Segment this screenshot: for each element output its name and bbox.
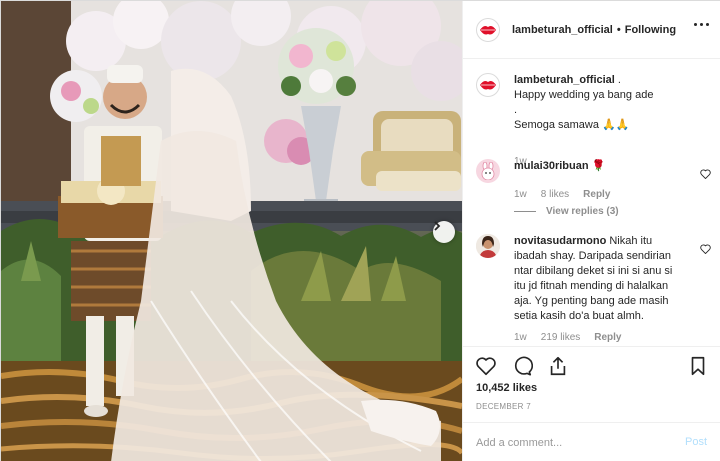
post-date[interactable]: DECEMBER 7 (476, 402, 531, 411)
lips-logo-icon (480, 81, 496, 90)
post-photo[interactable] (1, 1, 462, 461)
view-replies-label: View replies (3) (546, 206, 619, 217)
comment-like-icon[interactable] (700, 169, 711, 179)
comment-item: novitasudarmono Nikah itu ibadah shay. D… (476, 234, 711, 348)
add-comment-bar: Post (463, 422, 720, 461)
caption-line: . (514, 104, 518, 116)
post-comment-button[interactable]: Post (685, 436, 707, 448)
bookmark-icon[interactable] (687, 355, 709, 377)
comments-list: lambeturah_official . Happy wedding ya b… (463, 60, 720, 348)
comment-text-line: ntar dibilang deket si ini si anu si (514, 265, 673, 277)
share-icon[interactable] (547, 355, 569, 377)
heart-icon[interactable] (475, 355, 497, 377)
action-bar (475, 355, 569, 377)
instagram-post-modal: lambeturah_official • Following lambetur… (0, 0, 720, 461)
commenter-avatar[interactable] (476, 159, 500, 183)
comment-like-icon[interactable] (700, 244, 711, 254)
caption: lambeturah_official . Happy wedding ya b… (476, 73, 711, 167)
post-actions: 10,452 likes DECEMBER 7 (463, 346, 720, 422)
comment-likes[interactable]: 8 likes (541, 189, 569, 200)
user-photo-icon (476, 234, 500, 258)
view-replies-button[interactable]: View replies (3) (514, 206, 619, 217)
lips-logo-icon (480, 25, 496, 34)
caption-body: lambeturah_official . Happy wedding ya b… (514, 73, 689, 133)
reply-button[interactable]: Reply (594, 332, 621, 343)
comment-body: novitasudarmono Nikah itu ibadah shay. D… (514, 234, 689, 324)
comment-text-line: setia kasih do'a buat almh. (514, 310, 644, 322)
comment-input[interactable] (476, 433, 666, 453)
following-button[interactable]: Following (625, 24, 676, 36)
comment-likes[interactable]: 219 likes (541, 332, 580, 343)
header-separator: • (616, 23, 621, 36)
comment-body: mulai30ribuan 🌹 (514, 159, 689, 174)
caption-username[interactable]: lambeturah_official (514, 74, 615, 86)
caption-line: Semoga samawa 🙏🙏 (514, 119, 630, 131)
comment-time[interactable]: 1w (514, 332, 527, 343)
comment-meta: 1w 8 likes Reply (514, 189, 610, 200)
bunny-avatar-icon (481, 162, 495, 180)
comment-meta: 1w 219 likes Reply (514, 332, 622, 343)
post-side-panel: lambeturah_official • Following lambetur… (462, 1, 720, 461)
comment-username[interactable]: mulai30ribuan (514, 160, 589, 172)
comment-text-line: ibadah shay. Daripada sendirian (514, 250, 671, 262)
caption-avatar[interactable] (476, 73, 500, 97)
caption-line: Happy wedding ya bang ade (514, 89, 654, 101)
comment-text-line: aja. Yg penting bang ade masih (514, 295, 669, 307)
comment-username[interactable]: novitasudarmono (514, 235, 606, 247)
commenter-avatar[interactable] (476, 234, 500, 258)
more-options-icon[interactable] (694, 23, 709, 26)
post-header: lambeturah_official • Following (463, 1, 720, 59)
comment-text: Nikah itu (609, 235, 653, 247)
comment-text: 🌹 (591, 160, 606, 172)
comment-text-line: itu jd fitnah mending di halalkan (514, 280, 669, 292)
comment-time[interactable]: 1w (514, 189, 527, 200)
chevron-right-icon (434, 221, 441, 231)
likes-count[interactable]: 10,452 likes (476, 382, 537, 394)
comment-item: mulai30ribuan 🌹 1w 8 likes Reply View re… (476, 159, 711, 219)
comment-icon[interactable] (511, 355, 533, 377)
reply-button[interactable]: Reply (583, 189, 610, 200)
view-replies-line (514, 211, 536, 212)
profile-avatar[interactable] (476, 17, 500, 42)
header-username[interactable]: lambeturah_official (512, 24, 613, 36)
carousel-next-button[interactable] (433, 221, 455, 243)
wedding-photo (1, 1, 462, 461)
